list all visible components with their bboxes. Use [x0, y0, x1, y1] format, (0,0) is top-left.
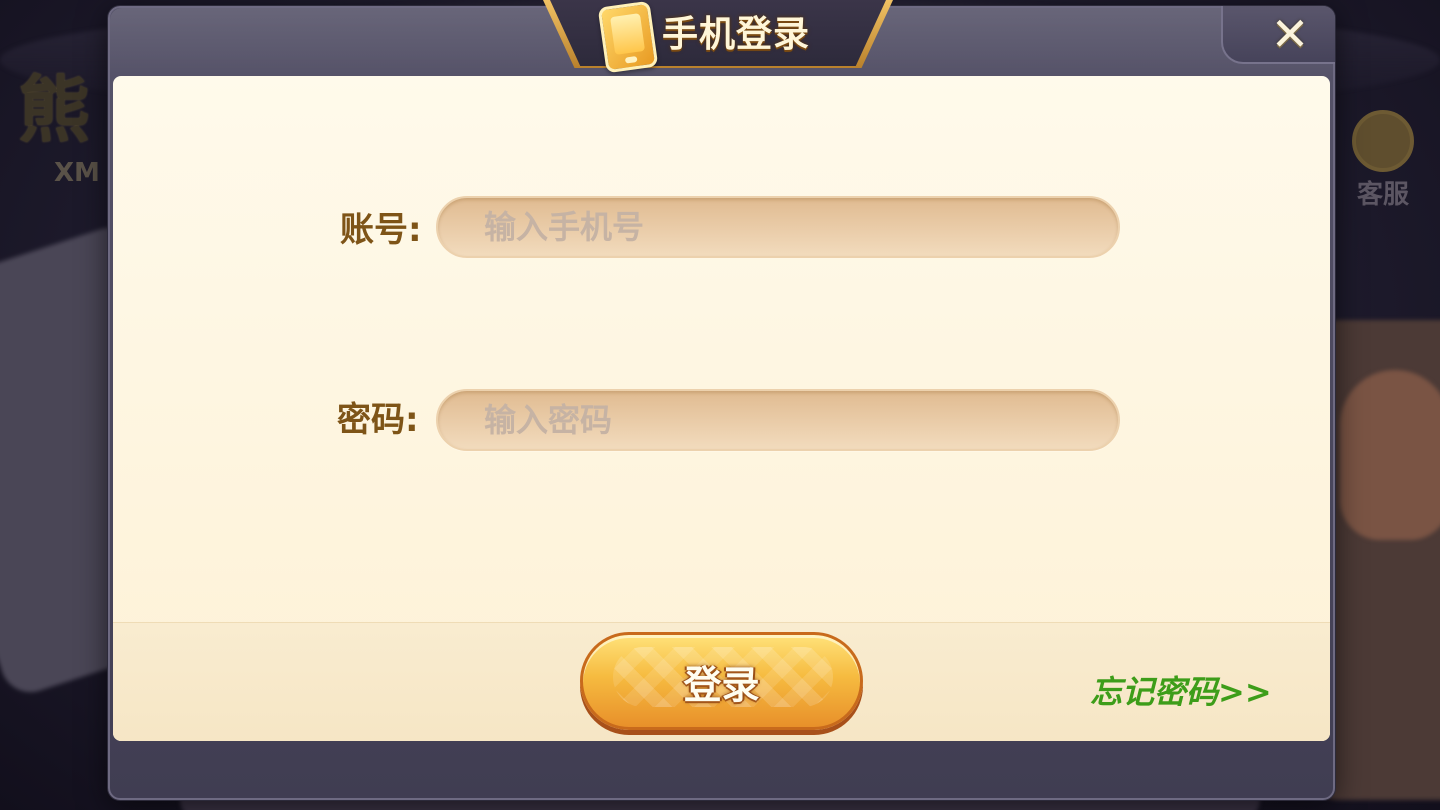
- login-button[interactable]: 登录: [580, 632, 863, 730]
- phone-icon: [597, 0, 659, 74]
- bg-character-face: [1340, 370, 1440, 540]
- password-label: 密码:: [337, 400, 419, 440]
- headset-icon: [1352, 110, 1414, 172]
- account-field-wrapper[interactable]: [436, 196, 1120, 258]
- phone-icon-button: [624, 55, 638, 64]
- password-input[interactable]: [438, 391, 1118, 449]
- bg-logo-subtext: XM: [54, 158, 100, 188]
- bg-customer-service: 客服: [1328, 110, 1438, 220]
- bg-service-label: 客服: [1356, 180, 1409, 210]
- phone-icon-screen: [610, 13, 646, 55]
- account-input[interactable]: [438, 198, 1118, 256]
- login-button-label: 登录: [683, 662, 760, 707]
- close-icon[interactable]: ✕: [1268, 11, 1312, 57]
- account-label: 账号:: [340, 210, 422, 250]
- forgot-password-link[interactable]: 忘记密码>>: [1090, 670, 1272, 714]
- password-field-wrapper[interactable]: [436, 389, 1120, 451]
- dialog-title: 手机登录: [662, 14, 811, 55]
